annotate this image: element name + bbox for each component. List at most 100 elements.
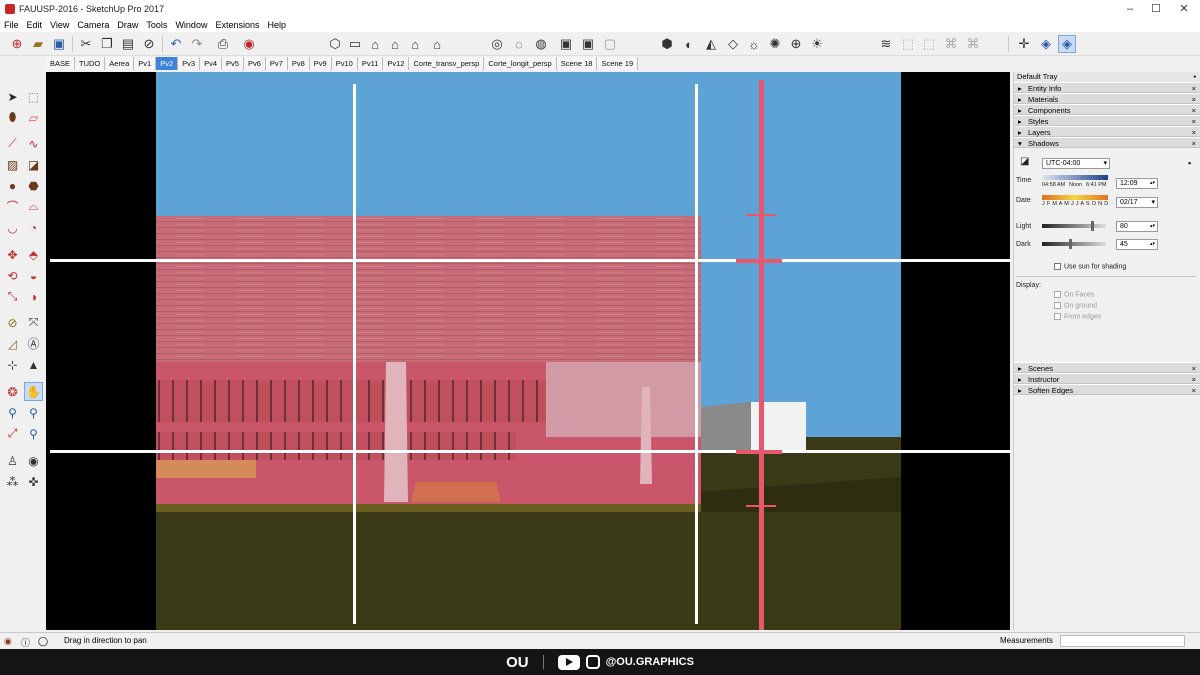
circle-icon[interactable]: ● bbox=[3, 176, 22, 195]
top-view-icon[interactable]: ▭ bbox=[346, 35, 364, 53]
light-slider[interactable] bbox=[1042, 221, 1106, 231]
menu-window[interactable]: Window bbox=[175, 20, 207, 30]
scene-tab[interactable]: Pv8 bbox=[287, 57, 310, 70]
new-file-icon[interactable]: ⊕ bbox=[8, 35, 26, 53]
menu-edit[interactable]: Edit bbox=[27, 20, 43, 30]
look-around-icon[interactable]: ◉ bbox=[24, 451, 43, 470]
details-toggle-icon[interactable]: ▪ bbox=[1188, 158, 1191, 168]
component-options-icon[interactable]: ⬚ bbox=[920, 35, 938, 53]
previous-view-icon[interactable]: ⚲ bbox=[24, 424, 43, 443]
3d-text-icon[interactable]: ▲ bbox=[24, 355, 43, 374]
textured-style-icon[interactable]: ▣ bbox=[579, 35, 597, 53]
zoom-extents-icon[interactable]: ⤢ bbox=[3, 424, 22, 443]
copy-icon[interactable]: ❐ bbox=[98, 35, 116, 53]
scene-tab[interactable]: BASE bbox=[46, 57, 76, 70]
panel-layers[interactable]: ▸ Layers × bbox=[1014, 126, 1200, 137]
scene-tab[interactable]: Pv4 bbox=[200, 57, 223, 70]
move-icon[interactable]: ✥ bbox=[3, 245, 22, 264]
redo-icon[interactable]: ↷ bbox=[188, 35, 206, 53]
sun-settings-icon[interactable]: ☼ bbox=[745, 35, 763, 53]
polygon-icon[interactable]: ⬣ bbox=[24, 176, 43, 195]
scene-tab[interactable]: Scene 18 bbox=[556, 57, 598, 70]
date-select[interactable]: 02/17 ▾ bbox=[1116, 197, 1158, 208]
zoom-icon[interactable]: ⚲ bbox=[3, 403, 22, 422]
cube-icon[interactable]: ◈ bbox=[1037, 35, 1055, 53]
panel-scenes[interactable]: ▸ Scenes × bbox=[1014, 362, 1200, 373]
scene-tab[interactable]: Corte_transv_persp bbox=[409, 57, 485, 70]
light-input[interactable]: 80 ▴▾ bbox=[1116, 221, 1158, 232]
display-section-icon[interactable]: ◐ bbox=[680, 35, 698, 53]
menu-file[interactable]: File bbox=[4, 20, 19, 30]
date-slider[interactable] bbox=[1042, 195, 1108, 200]
eraser-icon[interactable]: ▱ bbox=[24, 108, 43, 127]
panel-soften-edges[interactable]: ▸ Soften Edges × bbox=[1014, 384, 1200, 395]
scene-tab[interactable]: Pv12 bbox=[383, 57, 410, 70]
shadow-toggle-icon[interactable]: ◪ bbox=[1020, 156, 1029, 167]
warehouse-icon[interactable]: ⌘ bbox=[942, 35, 960, 53]
protractor-icon[interactable]: ◿ bbox=[3, 334, 22, 353]
dark-slider[interactable] bbox=[1042, 239, 1106, 249]
scene-tab[interactable]: Scene 19 bbox=[597, 57, 639, 70]
panel-materials[interactable]: ▸ Materials × bbox=[1014, 93, 1200, 104]
panel-styles[interactable]: ▸ Styles × bbox=[1014, 115, 1200, 126]
select-arrow-icon[interactable]: ➤ bbox=[3, 87, 22, 106]
monochrome-style-icon[interactable]: ▢ bbox=[601, 35, 619, 53]
sandbox-icon[interactable]: ◇ bbox=[724, 35, 742, 53]
section-plane-tool-icon[interactable]: ✜ bbox=[24, 472, 43, 491]
minimize-button[interactable]: – bbox=[1116, 0, 1144, 18]
scale-icon[interactable]: ⤡ bbox=[3, 287, 22, 306]
dimension-icon[interactable]: ⤧ bbox=[24, 313, 43, 332]
arc-icon[interactable]: ⌒ bbox=[3, 197, 22, 216]
dark-slider-knob[interactable] bbox=[1069, 239, 1073, 249]
shadows-toggle-icon[interactable]: ✺ bbox=[766, 35, 784, 53]
axes-tool-icon[interactable]: ⊹ bbox=[3, 355, 22, 374]
paint-bucket-icon[interactable]: ⬮ bbox=[3, 108, 22, 127]
menu-draw[interactable]: Draw bbox=[117, 20, 138, 30]
panel-instructor[interactable]: ▸ Instructor × bbox=[1014, 373, 1200, 384]
scene-tab[interactable]: Aerea bbox=[105, 57, 135, 70]
freehand-icon[interactable]: ∿ bbox=[24, 134, 43, 153]
paste-icon[interactable]: ▤ bbox=[119, 35, 137, 53]
menu-camera[interactable]: Camera bbox=[77, 20, 109, 30]
rectangle-icon[interactable]: ▨ bbox=[3, 155, 22, 174]
scene-tab[interactable]: Pv1 bbox=[134, 57, 157, 70]
tape-measure-icon[interactable]: ⊘ bbox=[3, 313, 22, 332]
dark-input[interactable]: 45 ▴▾ bbox=[1116, 239, 1158, 250]
two-point-arc-icon[interactable]: ⌓ bbox=[24, 197, 43, 216]
save-icon[interactable]: ▣ bbox=[50, 35, 68, 53]
back-view-icon[interactable]: ⌂ bbox=[406, 35, 424, 53]
offset-icon[interactable]: ◑ bbox=[24, 287, 43, 306]
hidden-line-style-icon[interactable]: ◍ bbox=[532, 35, 550, 53]
left-view-icon[interactable]: ⌂ bbox=[428, 35, 446, 53]
on-faces-checkbox[interactable]: On Faces bbox=[1054, 291, 1094, 298]
menu-tools[interactable]: Tools bbox=[146, 20, 167, 30]
on-ground-checkbox[interactable]: On ground bbox=[1054, 302, 1097, 309]
menu-extensions[interactable]: Extensions bbox=[215, 20, 259, 30]
close-button[interactable]: ✕ bbox=[1170, 0, 1198, 18]
maximize-button[interactable]: ☐ bbox=[1142, 0, 1170, 18]
geo-location-icon[interactable]: ◉ bbox=[4, 636, 12, 647]
follow-me-icon[interactable]: ◒ bbox=[24, 266, 43, 285]
iso-view-icon[interactable]: ⬡ bbox=[326, 35, 344, 53]
text-label-icon[interactable]: Ⓐ bbox=[24, 334, 43, 353]
scene-tab[interactable]: Pv9 bbox=[309, 57, 332, 70]
model-viewport[interactable] bbox=[46, 72, 1010, 630]
undo-icon[interactable]: ↶ bbox=[167, 35, 185, 53]
section-cut-icon[interactable]: ◭ bbox=[702, 35, 720, 53]
rotate-icon[interactable]: ⟲ bbox=[3, 266, 22, 285]
rotated-rectangle-icon[interactable]: ◪ bbox=[24, 155, 43, 174]
panel-entity-info[interactable]: ▸ Entity Info × bbox=[1014, 82, 1200, 93]
orbit-icon[interactable]: ❂ bbox=[3, 382, 22, 401]
perspective-cube-icon[interactable]: ◈ bbox=[1058, 35, 1076, 53]
three-point-arc-icon[interactable]: ◡ bbox=[3, 218, 22, 237]
fog-icon[interactable]: ☀ bbox=[808, 35, 826, 53]
line-pencil-icon[interactable]: ⟋ bbox=[3, 134, 22, 153]
walk-icon[interactable]: ⁂ bbox=[3, 472, 22, 491]
shaded-style-icon[interactable]: ▣ bbox=[557, 35, 575, 53]
panel-shadows[interactable]: ▾ Shadows × bbox=[1014, 137, 1200, 148]
scene-tab[interactable]: TUDO bbox=[75, 57, 106, 70]
zoom-window-icon[interactable]: ⚲ bbox=[24, 403, 43, 422]
menu-help[interactable]: Help bbox=[267, 20, 286, 30]
open-folder-icon[interactable]: ▰ bbox=[29, 35, 47, 53]
position-camera-icon[interactable]: ♙ bbox=[3, 451, 22, 470]
